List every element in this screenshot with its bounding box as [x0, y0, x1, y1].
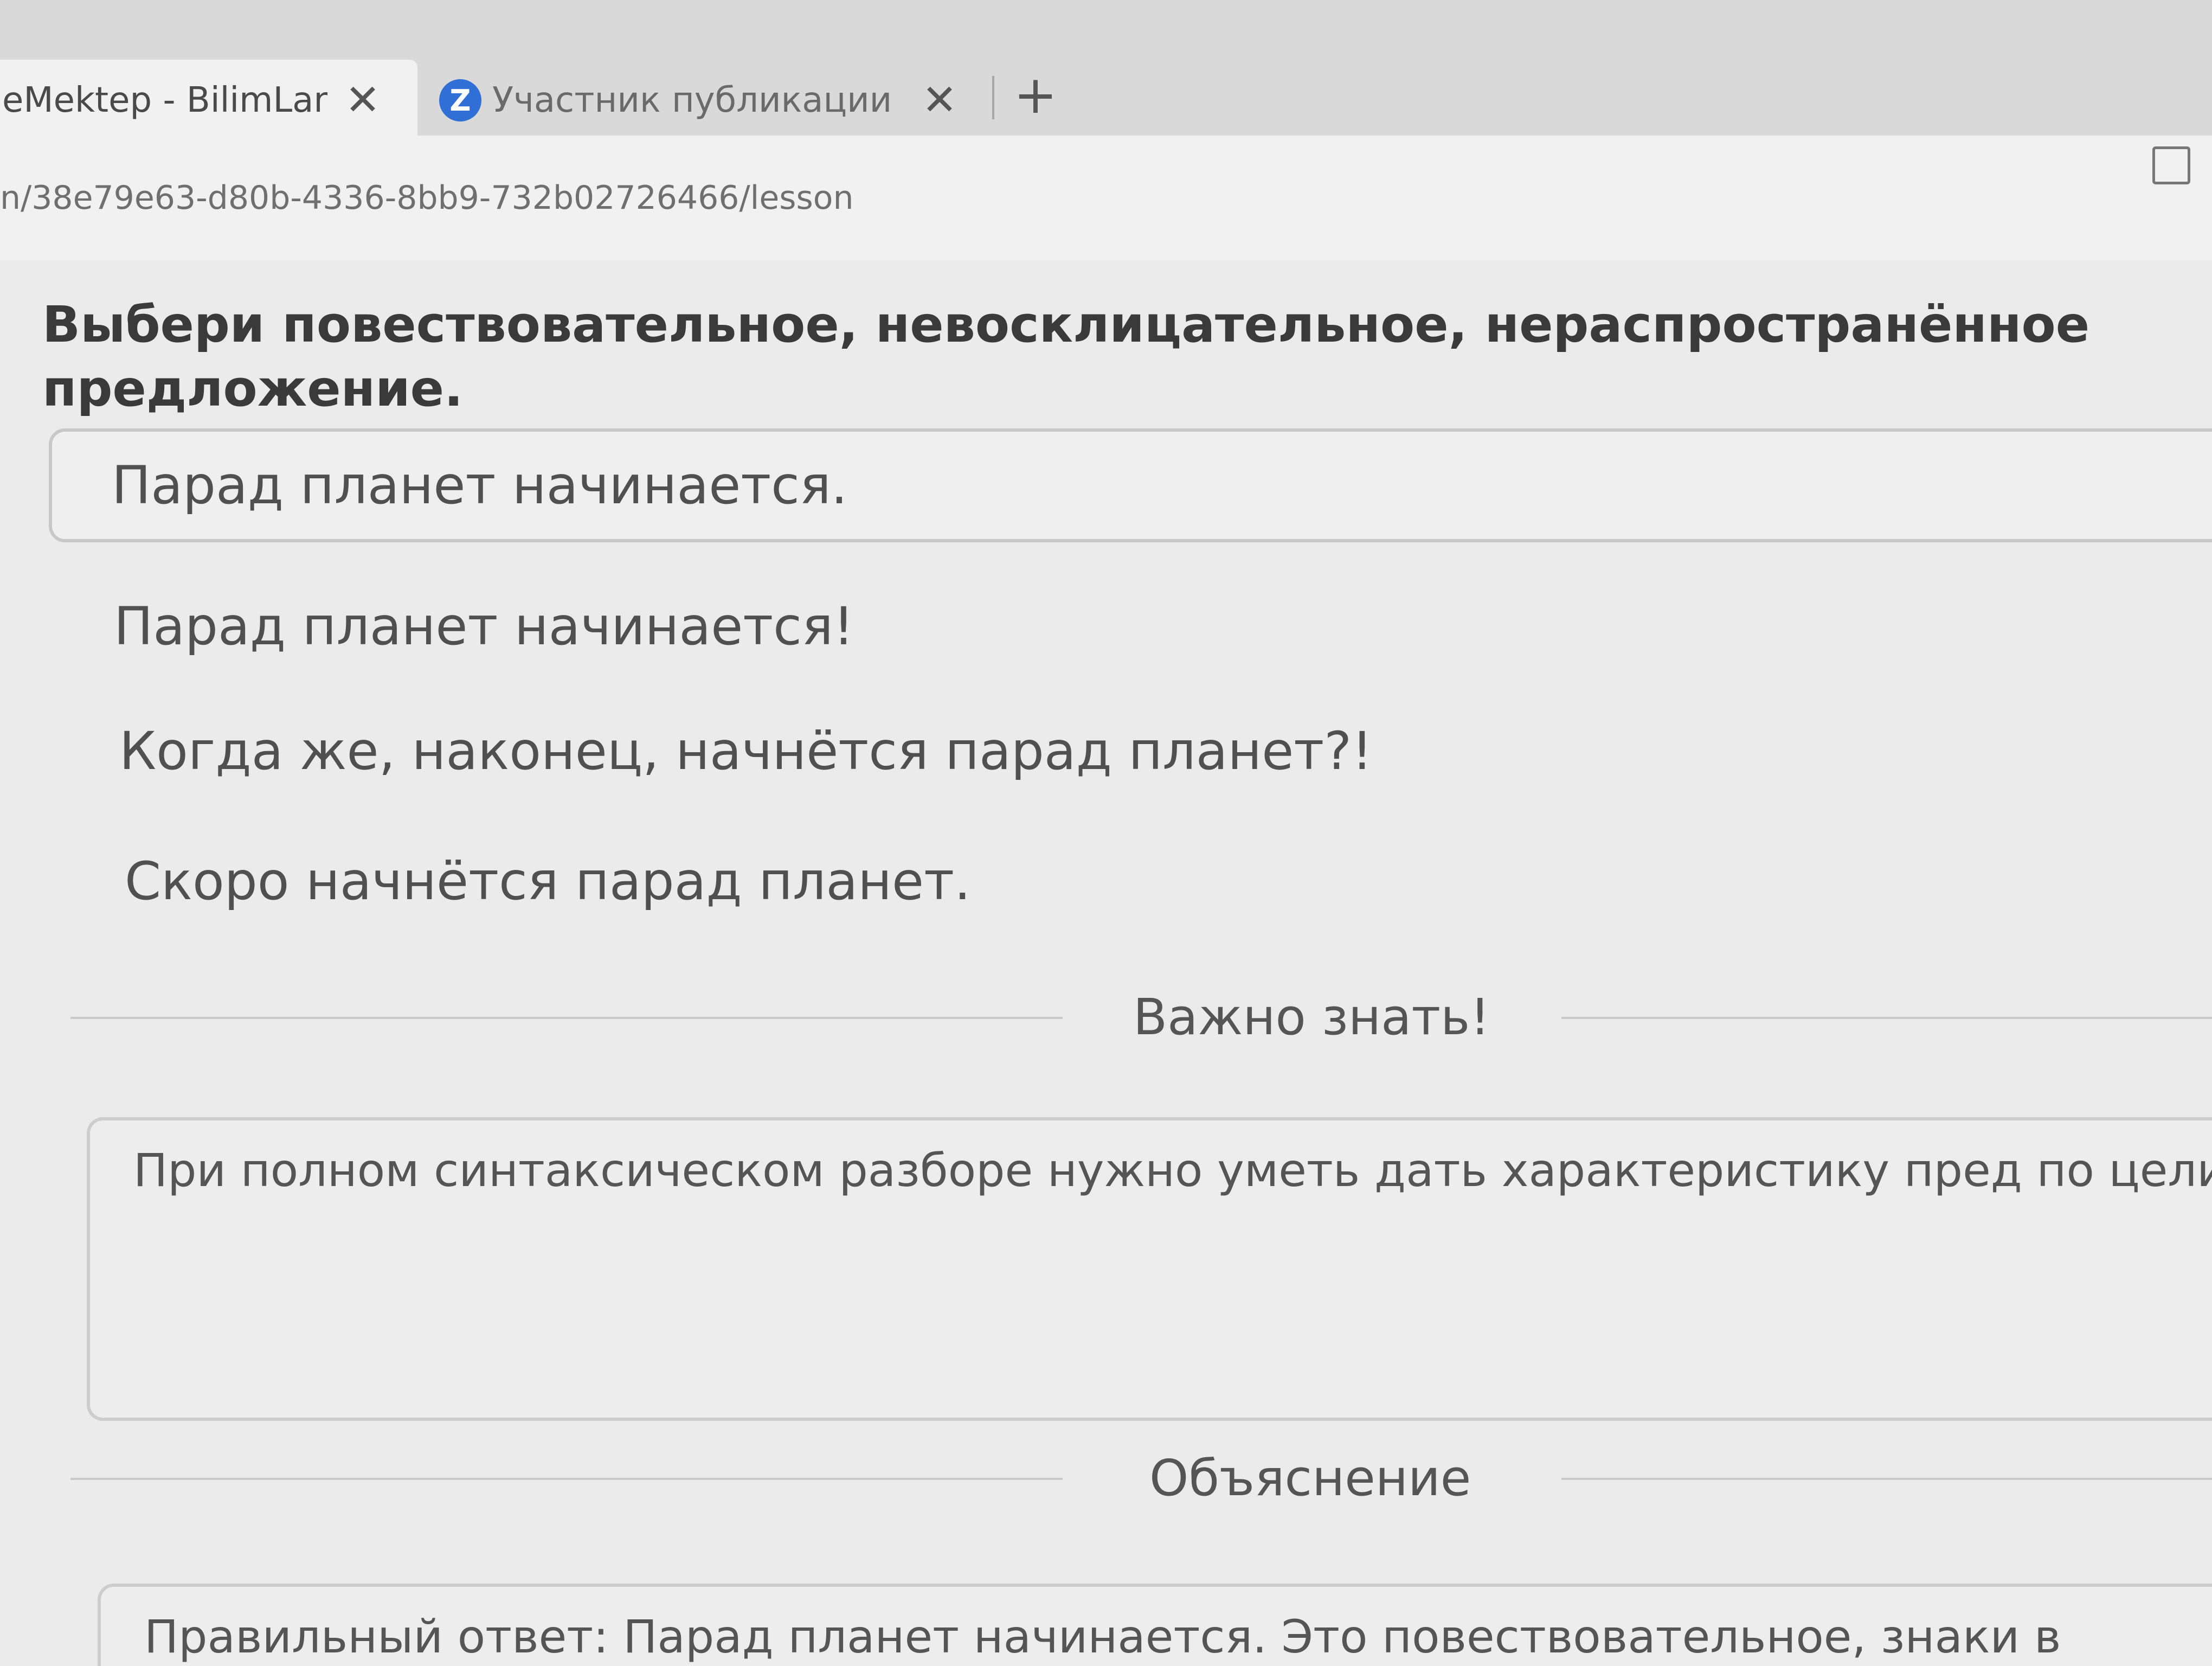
option-label: Когда же, наконец, начнётся парад планет… — [119, 721, 1373, 781]
explanation-heading: Объяснение — [1149, 1449, 1471, 1507]
question-text: Выбери повествовательное, невосклицатель… — [42, 296, 2090, 418]
option-label: Парад планет начинается. — [112, 455, 848, 516]
answer-option-2[interactable]: Парад планет начинается! — [54, 569, 2212, 683]
tab-title: eMektep - BilimLand — [2, 80, 327, 120]
close-icon[interactable]: ✕ — [338, 76, 387, 125]
tab-publication[interactable]: Z Участник публикации - Z ✕ — [417, 60, 1003, 141]
close-icon[interactable]: ✕ — [915, 76, 964, 125]
explanation-divider: Объяснение — [70, 1421, 2212, 1535]
address-bar[interactable]: n/38e79e63-d80b-4336-8bb9-732b02726466/l… — [0, 136, 2212, 260]
answer-option-3[interactable]: Когда же, наконец, начнётся парад планет… — [60, 694, 2212, 808]
browser-tab-bar: eMektep - BilimLand ✕ Z Участник публика… — [0, 0, 2212, 141]
extension-icon[interactable] — [2152, 146, 2190, 184]
important-box: При полном синтаксическом разборе нужно … — [87, 1117, 2212, 1421]
lesson-content: Выбери повествовательное, невосклицатель… — [0, 260, 2212, 1666]
option-label: Парад планет начинается! — [114, 596, 854, 657]
divider-line — [1561, 1478, 2212, 1480]
tab-separator — [992, 76, 994, 119]
divider-line — [70, 1478, 1063, 1480]
important-text: При полном синтаксическом разборе нужно … — [133, 1144, 2212, 1197]
screen: eMektep - BilimLand ✕ Z Участник публика… — [0, 0, 2212, 1666]
z-logo-icon: Z — [439, 79, 481, 121]
explanation-box: Правильный ответ: Парад планет начинаетс… — [98, 1584, 2212, 1666]
tab-title: Участник публикации - Z — [492, 80, 904, 120]
url-text[interactable]: n/38e79e63-d80b-4336-8bb9-732b02726466/l… — [0, 179, 854, 217]
new-tab-button[interactable]: + — [1008, 65, 1063, 125]
tab-emektep[interactable]: eMektep - BilimLand ✕ — [0, 60, 417, 141]
important-divider: Важно знать! — [70, 960, 2212, 1074]
important-heading: Важно знать! — [1133, 988, 1490, 1046]
divider-line — [1561, 1017, 2212, 1019]
divider-line — [70, 1017, 1063, 1019]
option-label: Скоро начнётся парад планет. — [125, 851, 971, 912]
explanation-text: Правильный ответ: Парад планет начинаетс… — [144, 1610, 2061, 1663]
answer-option-4[interactable]: Скоро начнётся парад планет. — [65, 824, 2212, 938]
answer-option-1[interactable]: Парад планет начинается. — [49, 428, 2212, 542]
